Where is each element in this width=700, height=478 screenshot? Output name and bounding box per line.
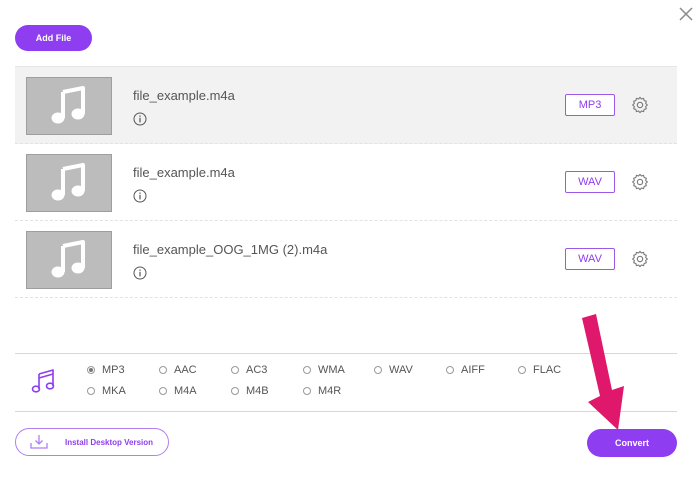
gear-icon[interactable] xyxy=(631,96,649,114)
info-icon[interactable] xyxy=(133,266,147,280)
format-option-label: MKA xyxy=(102,385,126,397)
format-option-aac[interactable]: AAC xyxy=(159,364,197,376)
info-icon[interactable] xyxy=(133,112,147,126)
audio-thumbnail xyxy=(26,77,112,135)
radio-button[interactable] xyxy=(159,366,167,374)
radio-button[interactable] xyxy=(374,366,382,374)
format-option-label: WMA xyxy=(318,364,345,376)
format-option-label: WAV xyxy=(389,364,413,376)
format-option-aiff[interactable]: AIFF xyxy=(446,364,485,376)
format-option-mp3[interactable]: MP3 xyxy=(87,364,125,376)
format-option-label: MP3 xyxy=(102,364,125,376)
format-option-label: AAC xyxy=(174,364,197,376)
file-name: file_example_OOG_1MG (2).m4a xyxy=(133,242,328,257)
music-note-icon xyxy=(31,369,55,393)
format-option-wma[interactable]: WMA xyxy=(303,364,345,376)
radio-button[interactable] xyxy=(518,366,526,374)
format-option-wav[interactable]: WAV xyxy=(374,364,413,376)
close-icon[interactable] xyxy=(678,6,694,22)
output-format-panel: MP3 AAC AC3 WMA WAV AIFF FLAC MKA M4A M4… xyxy=(15,353,677,412)
format-option-label: M4B xyxy=(246,385,269,397)
file-list: file_example.m4a MP3 file_example.m4a WA… xyxy=(15,66,677,298)
radio-button[interactable] xyxy=(87,366,95,374)
format-option-m4r[interactable]: M4R xyxy=(303,385,341,397)
radio-button[interactable] xyxy=(231,387,239,395)
format-option-label: M4A xyxy=(174,385,197,397)
file-name: file_example.m4a xyxy=(133,88,235,103)
format-option-flac[interactable]: FLAC xyxy=(518,364,561,376)
music-note-icon xyxy=(51,240,85,278)
info-icon[interactable] xyxy=(133,189,147,203)
format-option-m4a[interactable]: M4A xyxy=(159,385,197,397)
gear-icon[interactable] xyxy=(631,250,649,268)
format-option-m4b[interactable]: M4B xyxy=(231,385,269,397)
music-note-icon xyxy=(51,86,85,124)
gear-icon[interactable] xyxy=(631,173,649,191)
format-option-label: M4R xyxy=(318,385,342,397)
format-option-label: FLAC xyxy=(533,364,562,376)
format-option-mka[interactable]: MKA xyxy=(87,385,126,397)
audio-thumbnail xyxy=(26,231,112,289)
format-option-label: AC3 xyxy=(246,364,268,376)
output-format-button[interactable]: MP3 xyxy=(565,94,615,116)
radio-button[interactable] xyxy=(231,366,239,374)
format-option-ac3[interactable]: AC3 xyxy=(231,364,267,376)
convert-button[interactable]: Convert xyxy=(587,429,677,457)
file-row[interactable]: file_example_OOG_1MG (2).m4a WAV xyxy=(15,221,677,298)
radio-button[interactable] xyxy=(159,387,167,395)
file-row[interactable]: file_example.m4a MP3 xyxy=(15,66,677,144)
radio-button[interactable] xyxy=(87,387,95,395)
download-icon xyxy=(30,435,48,449)
radio-button[interactable] xyxy=(303,387,311,395)
file-row[interactable]: file_example.m4a WAV xyxy=(15,144,677,221)
install-desktop-label: Install Desktop Version xyxy=(65,437,154,447)
output-format-button[interactable]: WAV xyxy=(565,171,615,193)
radio-button[interactable] xyxy=(303,366,311,374)
format-option-label: AIFF xyxy=(461,364,485,376)
radio-button[interactable] xyxy=(446,366,454,374)
audio-thumbnail xyxy=(26,154,112,212)
install-desktop-button[interactable]: Install Desktop Version xyxy=(15,428,169,456)
add-file-button[interactable]: Add File xyxy=(15,25,92,51)
music-note-icon xyxy=(51,163,85,201)
file-name: file_example.m4a xyxy=(133,165,235,180)
output-format-button[interactable]: WAV xyxy=(565,248,615,270)
